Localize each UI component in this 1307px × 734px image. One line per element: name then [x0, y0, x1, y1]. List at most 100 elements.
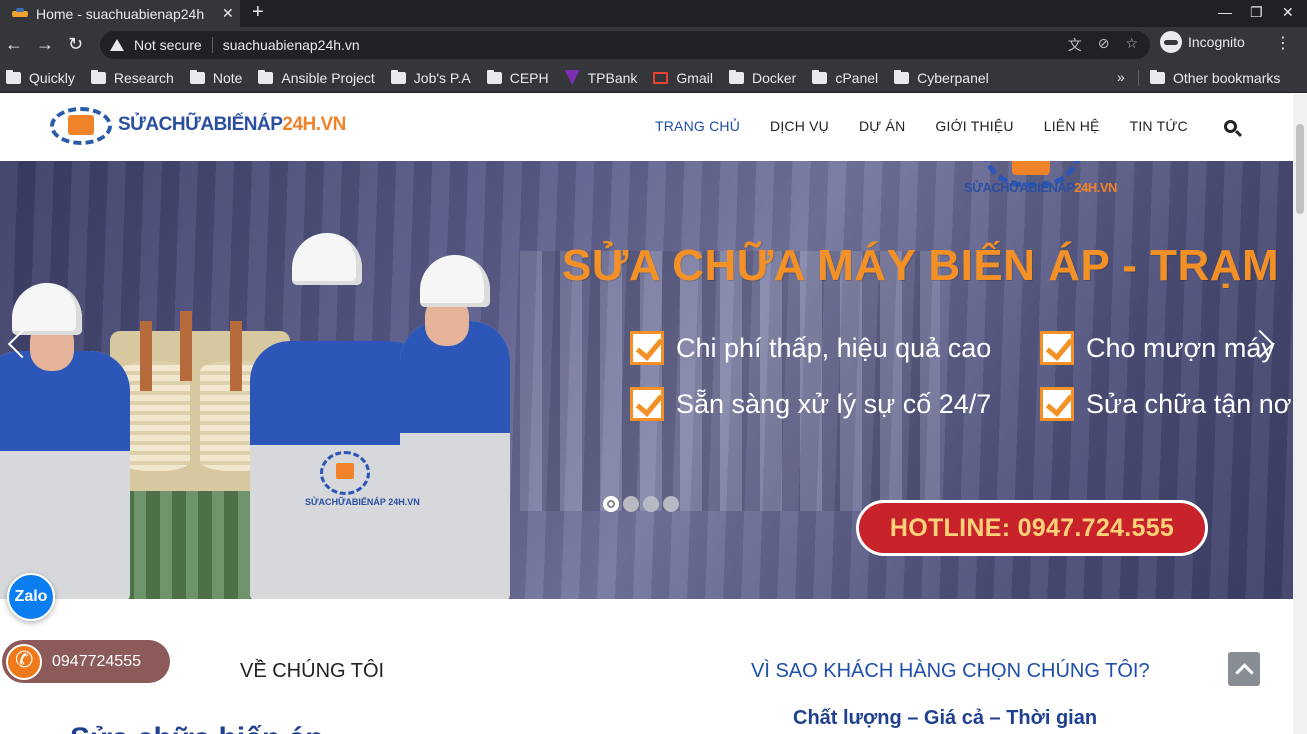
- minimize-button[interactable]: —: [1218, 0, 1232, 27]
- bookmark-jobs-pa[interactable]: Job's P.A: [390, 69, 471, 86]
- bookmark-gmail[interactable]: Gmail: [653, 70, 713, 86]
- folder-icon: [90, 69, 106, 84]
- tpbank-icon: [564, 70, 580, 85]
- scrollbar[interactable]: [1293, 94, 1307, 734]
- why-subtitle: Chất lượng – Giá cả – Thời gian: [793, 707, 1098, 729]
- divider: [1138, 70, 1139, 86]
- next-slide-icon[interactable]: [1258, 329, 1274, 359]
- restore-button[interactable]: ❐: [1250, 0, 1263, 27]
- bookmark-label: Docker: [751, 69, 797, 86]
- site-logo[interactable]: SỬACHỮABIẾNÁP24H.VN: [48, 103, 346, 147]
- scrollbar-thumb[interactable]: [1296, 124, 1304, 214]
- reload-button[interactable]: ↻: [68, 33, 83, 55]
- bookmark-label: Quickly: [29, 69, 75, 86]
- about-title: VỀ CHÚNG TÔI: [240, 660, 385, 682]
- bookmark-label: TPBank: [587, 69, 638, 86]
- phone-icon: [6, 643, 42, 680]
- workers-photo: SỬACHỮABIẾNÁP 24H.VN: [0, 221, 520, 599]
- bookmark-cpanel[interactable]: cPanel: [812, 69, 879, 86]
- incognito-indicator[interactable]: Incognito: [1160, 31, 1245, 53]
- logo-gear-icon: [48, 103, 114, 147]
- bookmark-label: Gmail: [676, 69, 713, 86]
- bookmark-note[interactable]: Note: [189, 69, 243, 86]
- nav-du-an[interactable]: DỰ ÁN: [859, 118, 905, 134]
- folder-icon: [1150, 70, 1165, 84]
- logo-text: SỬACHỮABIẾNÁP24H.VN: [118, 114, 346, 135]
- folder-icon: [6, 69, 21, 84]
- incognito-label: Incognito: [1188, 34, 1245, 50]
- browser-menu-icon[interactable]: ⋮: [1275, 33, 1291, 53]
- site-header: SỬACHỮABIẾNÁP24H.VN TRANG CHỦ DỊCH VỤ DỰ…: [0, 94, 1293, 161]
- gmail-icon: [653, 71, 669, 84]
- new-tab-button[interactable]: +: [252, 0, 264, 27]
- checkbox-icon: [1040, 331, 1074, 365]
- folder-icon: [728, 69, 744, 84]
- zalo-chat-button[interactable]: Zalo: [7, 573, 55, 621]
- bookmark-research[interactable]: Research: [90, 69, 174, 86]
- eye-off-icon[interactable]: ⊘: [1098, 35, 1110, 55]
- feature-item: Sẵn sàng xử lý sự cố 24/7: [630, 387, 991, 421]
- feature-item: Chi phí thấp, hiệu quả cao: [630, 331, 991, 365]
- slide-dot[interactable]: [643, 496, 659, 512]
- hotline-button[interactable]: HOTLINE: 0947.724.555: [856, 500, 1208, 556]
- tab-bar: Home - suachuabienap24h ✕ + — ❐ ✕: [0, 0, 1307, 27]
- back-button[interactable]: ←: [5, 33, 23, 55]
- bookmarks-bar: Quickly Research Note Ansible Project Jo…: [0, 63, 1307, 93]
- slide-dot[interactable]: [603, 496, 619, 512]
- bookmark-cyberpanel[interactable]: Cyberpanel: [894, 69, 989, 86]
- translate-icon[interactable]: 文: [1068, 35, 1082, 55]
- call-button[interactable]: 0947724555: [2, 640, 170, 683]
- folder-icon: [390, 69, 406, 84]
- browser-toolbar: ← → ↻ Not secure suachuabienap24h.vn 文 ⊘…: [0, 27, 1307, 63]
- bookmark-label: cPanel: [835, 69, 879, 86]
- nav-dich-vu[interactable]: DỊCH VỤ: [770, 118, 829, 134]
- feature-item: Cho mượn máy: [1040, 331, 1275, 365]
- folder-icon: [189, 69, 205, 84]
- other-bookmarks[interactable]: Other bookmarks: [1150, 63, 1280, 93]
- feature-item: Sửa chữa tận nơ: [1040, 387, 1291, 421]
- nav-trang-chu[interactable]: TRANG CHỦ: [655, 118, 740, 134]
- browser-tab[interactable]: Home - suachuabienap24h ✕: [0, 0, 240, 27]
- security-status[interactable]: Not secure: [134, 37, 202, 53]
- search-icon[interactable]: [1224, 120, 1243, 138]
- close-window-button[interactable]: ✕: [1282, 0, 1294, 27]
- bookmark-docker[interactable]: Docker: [728, 69, 797, 86]
- more-bookmarks-button[interactable]: »: [1117, 63, 1125, 93]
- phone-number: 0947724555: [52, 652, 141, 670]
- nav-tin-tuc[interactable]: TIN TỨC: [1130, 118, 1188, 134]
- forward-button[interactable]: →: [36, 33, 54, 55]
- url-text[interactable]: suachuabienap24h.vn: [223, 37, 360, 53]
- back-to-top-button[interactable]: [1228, 652, 1260, 686]
- bookmark-label: Research: [113, 69, 174, 86]
- checkbox-icon: [1040, 387, 1074, 421]
- bookmark-ansible-project[interactable]: Ansible Project: [258, 69, 375, 86]
- bookmark-quickly[interactable]: Quickly: [6, 69, 75, 86]
- tab-close-icon[interactable]: ✕: [222, 5, 234, 22]
- hero-slider: SỬACHỮABIẾNÁP 24H.VN SỬACHỮABIẾNÁP24H.VN…: [0, 161, 1293, 599]
- nav-lien-he[interactable]: LIÊN HỆ: [1044, 118, 1100, 134]
- page-viewport: SỬACHỮABIẾNÁP24H.VN TRANG CHỦ DỊCH VỤ DỰ…: [0, 94, 1307, 734]
- slide-dot[interactable]: [663, 496, 679, 512]
- bookmark-tpbank[interactable]: TPBank: [564, 69, 638, 86]
- bookmark-ceph[interactable]: CEPH: [486, 69, 549, 86]
- bookmark-label: Cyberpanel: [917, 69, 989, 86]
- folder-icon: [258, 69, 274, 84]
- nav-gioi-thieu[interactable]: GIỚI THIỆU: [935, 118, 1013, 134]
- checkbox-icon: [630, 387, 664, 421]
- bookmark-label: Note: [212, 69, 243, 86]
- slide-dot[interactable]: [623, 496, 639, 512]
- prev-slide-icon[interactable]: [8, 329, 24, 359]
- folder-icon: [894, 69, 910, 84]
- why-title: VÌ SAO KHÁCH HÀNG CHỌN CHÚNG TÔI?: [751, 660, 1150, 682]
- bookmark-label: Job's P.A: [413, 69, 471, 86]
- star-icon[interactable]: ☆: [1125, 35, 1138, 55]
- shirt-logo: SỬACHỮABIẾNÁP 24H.VN: [305, 451, 420, 511]
- site-favicon-icon: [12, 7, 28, 20]
- omnibox-actions: 文 ⊘ ☆: [1068, 35, 1138, 55]
- warning-icon[interactable]: [110, 39, 124, 51]
- address-bar[interactable]: Not secure suachuabienap24h.vn 文 ⊘ ☆: [100, 31, 1150, 59]
- main-nav: TRANG CHỦ DỊCH VỤ DỰ ÁN GIỚI THIỆU LIÊN …: [640, 118, 1203, 134]
- checkbox-icon: [630, 331, 664, 365]
- folder-icon: [486, 69, 502, 84]
- incognito-icon: [1160, 31, 1182, 53]
